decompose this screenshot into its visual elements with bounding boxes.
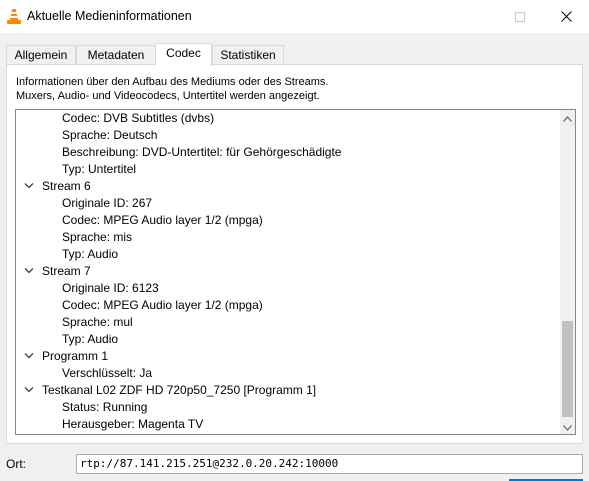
tree-item-label: Typ: Untertitel	[62, 162, 137, 176]
codec-description: Informationen über den Aufbau des Medium…	[16, 75, 328, 103]
tree-leaf[interactable]: Sprache: Deutsch	[16, 127, 561, 144]
tree-item-label: Status: Running	[62, 400, 148, 414]
vertical-scrollbar[interactable]	[560, 110, 575, 434]
tree-item-label: Stream 6	[42, 179, 91, 193]
maximize-icon	[515, 11, 525, 22]
tab-bar: Allgemein Metadaten Codec Statistiken	[6, 43, 583, 66]
tree-leaf[interactable]: Codec: DVB Subtitles (dvbs)	[16, 110, 561, 127]
chevron-up-icon	[563, 111, 572, 125]
tree-leaf[interactable]: Codec: MPEG Audio layer 1/2 (mpga)	[16, 297, 561, 314]
scroll-down-button[interactable]	[560, 419, 575, 434]
tree-item-label: Codec: MPEG Audio layer 1/2 (mpga)	[62, 213, 263, 227]
tree-item-label: Sprache: Deutsch	[62, 128, 158, 142]
tree-leaf[interactable]: Beschreibung: DVD-Untertitel: für Gehörg…	[16, 144, 561, 161]
tree-leaf[interactable]: Codec: MPEG Audio layer 1/2 (mpga)	[16, 212, 561, 229]
tree-node[interactable]: Stream 6	[16, 178, 561, 195]
tree-item-label: Programm 1	[42, 349, 109, 363]
chevron-down-icon[interactable]	[24, 352, 34, 360]
tree-leaf[interactable]: Originale ID: 6123	[16, 280, 561, 297]
tree-leaf[interactable]: Sprache: mul	[16, 314, 561, 331]
tab-allgemein[interactable]: Allgemein	[6, 45, 76, 65]
window-title: Aktuelle Medieninformationen	[27, 9, 192, 23]
tree-item-label: Originale ID: 267	[62, 196, 153, 210]
tree-item-label: Sprache: mis	[62, 230, 133, 244]
tree-item-label: Beschreibung: DVD-Untertitel: für Gehörg…	[62, 145, 342, 159]
tree-item-label: Typ: Audio	[62, 247, 119, 261]
chevron-down-icon[interactable]	[24, 386, 34, 394]
tab-metadaten[interactable]: Metadaten	[76, 45, 156, 65]
chevron-down-icon[interactable]	[24, 182, 34, 190]
tree-leaf[interactable]: Sprache: mis	[16, 229, 561, 246]
tree-item-label: Codec: MPEG Audio layer 1/2 (mpga)	[62, 298, 263, 312]
maximize-button[interactable]	[497, 0, 543, 33]
tree-leaf[interactable]: Status: Running	[16, 399, 561, 416]
close-icon	[560, 11, 572, 22]
tree-leaf[interactable]: Verschlüsselt: Ja	[16, 365, 561, 382]
tree-item-label: Herausgeber: Magenta TV	[62, 417, 204, 431]
tree-leaf[interactable]: Herausgeber: Magenta TV	[16, 416, 561, 433]
description-line-2: Muxers, Audio- und Videocodecs, Untertit…	[16, 90, 320, 102]
tree-rows: Codec: DVB Subtitles (dvbs) Sprache: Deut…	[16, 110, 561, 433]
scroll-up-button[interactable]	[560, 110, 575, 125]
chevron-down-icon	[563, 420, 572, 434]
location-label: Ort:	[6, 457, 26, 471]
codec-tree[interactable]: Codec: DVB Subtitles (dvbs) Sprache: Deut…	[15, 109, 576, 435]
tree-item-label: Codec: DVB Subtitles (dvbs)	[62, 111, 215, 125]
chevron-down-icon[interactable]	[24, 267, 34, 275]
tree-item-label: Stream 7	[42, 264, 91, 278]
close-button[interactable]	[543, 0, 589, 33]
tab-statistiken[interactable]: Statistiken	[212, 45, 284, 65]
tree-leaf[interactable]: Originale ID: 267	[16, 195, 561, 212]
vlc-cone-icon	[6, 8, 22, 25]
tree-leaf[interactable]: Typ: Audio	[16, 331, 561, 348]
tree-leaf[interactable]: Typ: Audio	[16, 246, 561, 263]
description-line-1: Informationen über den Aufbau des Medium…	[16, 76, 329, 88]
codec-panel: Informationen über den Aufbau des Medium…	[6, 64, 583, 444]
scrollbar-thumb[interactable]	[562, 321, 573, 417]
tree-item-label: Sprache: mul	[62, 315, 133, 329]
tab-codec[interactable]: Codec	[155, 43, 212, 66]
tree-item-label: Typ: Audio	[62, 332, 119, 346]
tree-item-label: Originale ID: 6123	[62, 281, 159, 295]
tree-node[interactable]: Stream 7	[16, 263, 561, 280]
tree-item-label: Testkanal L02 ZDF HD 720p50_7250 [Progra…	[42, 383, 317, 397]
tree-leaf[interactable]: Typ: Untertitel	[16, 161, 561, 178]
media-info-window: Aktuelle Medieninformationen Allgemein M…	[0, 0, 589, 481]
title-bar[interactable]: Aktuelle Medieninformationen	[0, 0, 589, 33]
tree-node[interactable]: Testkanal L02 ZDF HD 720p50_7250 [Progra…	[16, 382, 561, 399]
location-field[interactable]: rtp://87.141.215.251@232.0.20.242:10000	[76, 454, 583, 474]
tree-item-label: Verschlüsselt: Ja	[62, 366, 153, 380]
tree-node[interactable]: Programm 1	[16, 348, 561, 365]
